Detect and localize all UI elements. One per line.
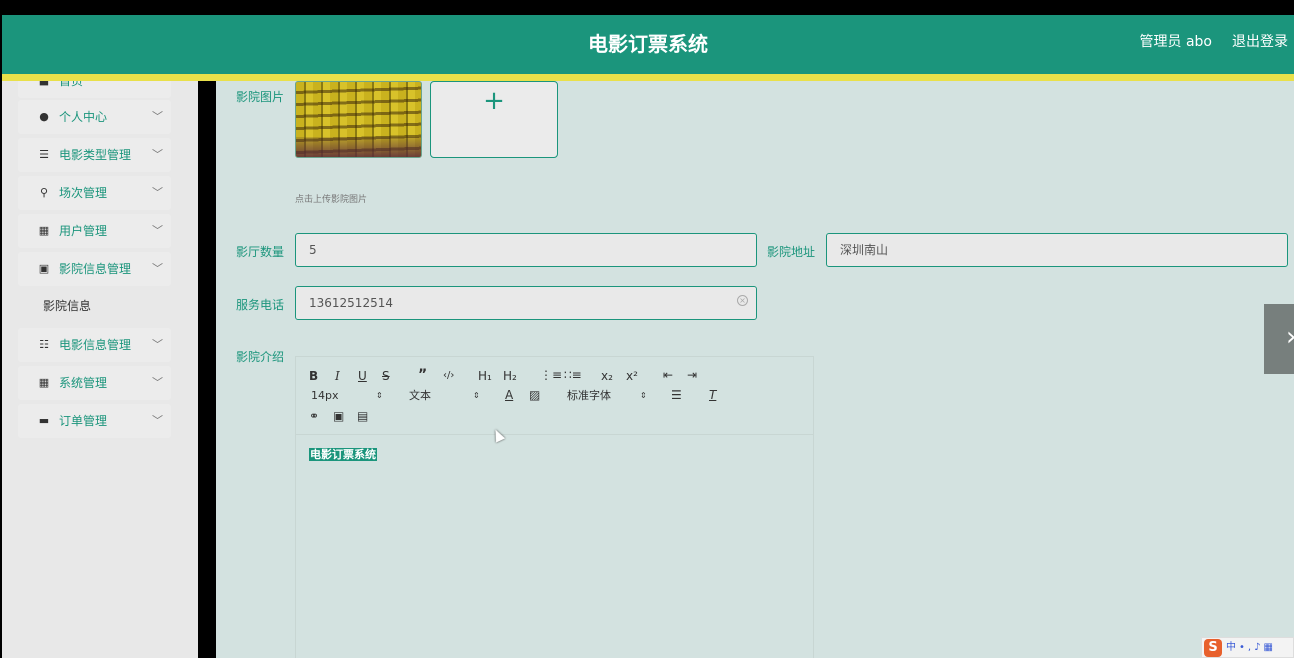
hall-count-label: 影厅数量 — [236, 245, 285, 259]
phone-input[interactable]: 13612512514 × — [295, 286, 757, 320]
ordered-list-icon[interactable]: ⋮≡ — [540, 368, 562, 382]
cinema-image-thumbnail[interactable] — [295, 81, 422, 158]
grid-icon: ▦ — [38, 376, 50, 389]
font-color-icon[interactable]: A — [505, 388, 513, 402]
sidebar-item-label: 电影信息管理 — [59, 338, 132, 352]
editor-toolbar: B I U S ” ‹/› H₁ H₂ ⋮≡ ∷≡ x₂ x² ⇤ ⇥ 14px… — [296, 357, 813, 435]
sidebar-item-movie-type[interactable]: ☰ 电影类型管理 ﹀ — [18, 138, 171, 172]
sidebar-item-label: 影院信息管理 — [59, 262, 132, 276]
person-icon: ● — [39, 110, 49, 123]
admin-user-label: 管理员 abo — [1139, 34, 1212, 50]
image-icon[interactable]: ▣ — [333, 409, 344, 423]
background-color-icon[interactable]: ▨ — [529, 388, 540, 402]
indent-icon[interactable]: ⇥ — [687, 368, 697, 382]
chevron-down-icon: ﹀ — [152, 338, 163, 351]
app-title: 电影订票系统 — [588, 32, 708, 56]
sidebar-item-home[interactable]: ■ 首页 — [18, 81, 171, 98]
sidebar-subitem-cinema-info[interactable]: 影院信息 — [18, 289, 171, 323]
grid-icon: ▦ — [38, 224, 50, 237]
subscript-icon[interactable]: x₂ — [601, 369, 613, 383]
phone-value: 13612512514 — [309, 296, 393, 310]
chevron-down-icon: ﹀ — [152, 110, 163, 123]
sidebar: ■ 首页 ● 个人中心 ﹀ ☰ 电影类型管理 ﹀ ⚲ 场次管理 ﹀ ▦ 用户管理… — [2, 81, 198, 658]
rich-text-editor[interactable]: B I U S ” ‹/› H₁ H₂ ⋮≡ ∷≡ x₂ x² ⇤ ⇥ 14px… — [295, 356, 814, 658]
font-size-select[interactable]: 14px — [311, 389, 339, 403]
chevron-down-icon: ﹀ — [152, 148, 163, 161]
address-label: 影院地址 — [767, 245, 816, 259]
heading1-icon[interactable]: H₁ — [478, 369, 492, 383]
editor-content-text: 电影订票系统 — [309, 448, 377, 461]
sliders-icon: ☷ — [39, 338, 49, 351]
link-icon[interactable]: ⚭ — [309, 409, 319, 423]
sidebar-item-label: 首页 — [59, 81, 84, 88]
chevron-down-icon: ﹀ — [152, 376, 163, 389]
phone-label: 服务电话 — [236, 298, 285, 312]
address-input[interactable]: 深圳南山 — [826, 233, 1288, 267]
header-accent-line — [2, 74, 1294, 81]
chevron-down-icon: ﹀ — [152, 224, 163, 237]
chevron-right-icon: › — [1286, 324, 1294, 350]
sidebar-item-label: 电影类型管理 — [59, 148, 132, 162]
monitor-icon: ▬ — [38, 414, 50, 427]
italic-icon[interactable]: I — [335, 369, 340, 383]
bullet-list-icon[interactable]: ∷≡ — [564, 368, 582, 382]
chevron-down-icon: ﹀ — [152, 262, 163, 275]
plus-icon: + — [483, 86, 505, 116]
side-panel-toggle[interactable]: › — [1264, 304, 1294, 374]
sidebar-item-session[interactable]: ⚲ 场次管理 ﹀ — [18, 176, 171, 210]
sidebar-item-label: 个人中心 — [59, 110, 108, 124]
upload-image-button[interactable]: + — [430, 81, 558, 158]
sidebar-item-label: 场次管理 — [59, 186, 108, 200]
sidebar-item-label: 系统管理 — [59, 376, 108, 390]
sidebar-item-label: 用户管理 — [59, 224, 108, 238]
ime-status-icons: 中•,♪▦ — [1226, 642, 1276, 653]
intro-label: 影院介绍 — [236, 350, 285, 364]
upload-hint: 点击上传影院图片 — [295, 195, 368, 205]
sidebar-item-users[interactable]: ▦ 用户管理 ﹀ — [18, 214, 171, 248]
home-icon: ■ — [38, 81, 50, 87]
sidebar-item-movie-info[interactable]: ☷ 电影信息管理 ﹀ — [18, 328, 171, 362]
main-content: 影院图片 + 点击上传影院图片 影厅数量 5 影院地址 深圳南山 服务电话 13… — [216, 81, 1294, 658]
list-icon: ☰ — [39, 148, 49, 161]
blockquote-icon[interactable]: ” — [418, 368, 427, 382]
chevron-down-icon: ﹀ — [152, 414, 163, 427]
sogou-ime-icon: S — [1204, 639, 1222, 657]
sidebar-item-personal-center[interactable]: ● 个人中心 ﹀ — [18, 100, 171, 134]
select-arrows-icon: ⇕ — [376, 391, 383, 400]
chevron-down-icon: ﹀ — [152, 186, 163, 199]
clear-format-icon[interactable]: T — [709, 388, 716, 402]
bold-icon[interactable]: B — [309, 369, 318, 383]
code-block-icon[interactable]: ‹/› — [443, 369, 454, 383]
select-arrows-icon: ⇕ — [640, 391, 647, 400]
heading2-icon[interactable]: H₂ — [503, 369, 517, 383]
sidebar-item-system[interactable]: ▦ 系统管理 ﹀ — [18, 366, 171, 400]
text-type-select[interactable]: 文本 — [409, 389, 431, 403]
align-icon[interactable]: ☰ — [671, 388, 682, 402]
clipboard-icon: ▣ — [38, 262, 50, 275]
stamp-icon: ⚲ — [39, 186, 49, 199]
select-arrows-icon: ⇕ — [473, 391, 480, 400]
hall-count-input[interactable]: 5 — [295, 233, 757, 267]
logout-button[interactable]: 退出登录 — [1232, 15, 1288, 70]
sidebar-item-label: 订单管理 — [59, 414, 108, 428]
top-header: 电影订票系统 管理员 abo 退出登录 — [2, 15, 1294, 74]
clear-icon[interactable]: × — [737, 295, 748, 306]
outdent-icon[interactable]: ⇤ — [663, 368, 673, 382]
superscript-icon[interactable]: x² — [626, 369, 638, 383]
font-family-select[interactable]: 标准字体 — [567, 389, 611, 403]
video-icon[interactable]: ▤ — [357, 409, 368, 423]
image-label: 影院图片 — [236, 90, 285, 104]
ime-toolbar[interactable]: S 中•,♪▦ — [1201, 637, 1294, 658]
underline-icon[interactable]: U — [358, 369, 367, 383]
sidebar-item-orders[interactable]: ▬ 订单管理 ﹀ — [18, 404, 171, 438]
strikethrough-icon[interactable]: S — [382, 369, 390, 383]
sidebar-item-cinema-management[interactable]: ▣ 影院信息管理 ﹀ — [18, 252, 171, 286]
